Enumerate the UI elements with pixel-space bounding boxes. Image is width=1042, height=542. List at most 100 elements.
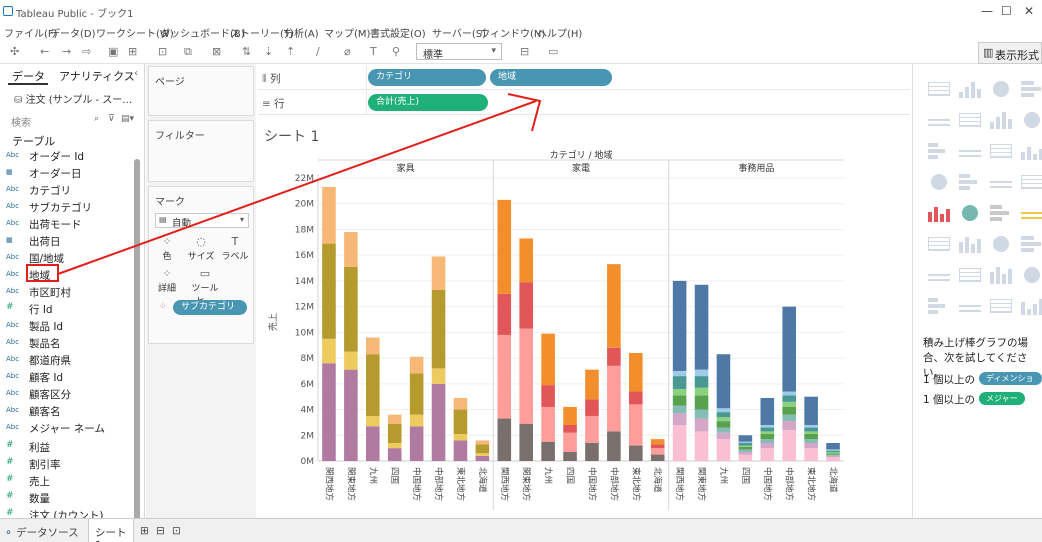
chart-type-thumbnail[interactable] bbox=[956, 109, 984, 131]
field-item[interactable]: Abc メジャー ネーム bbox=[6, 420, 132, 436]
field-item[interactable]: # 行 Id bbox=[6, 301, 132, 317]
menu-server[interactable]: サーバー(S) bbox=[432, 25, 486, 40]
new-dashboard-icon[interactable]: ⊟ bbox=[156, 525, 165, 537]
columns-shelf[interactable]: ⦀ 列 カテゴリ 地域 bbox=[258, 66, 910, 90]
close-icon[interactable]: ✕ bbox=[1024, 4, 1034, 18]
field-item[interactable]: Abc 国/地域 bbox=[6, 250, 132, 266]
tab-analytics[interactable]: アナリティクス bbox=[59, 68, 135, 84]
chart-type-thumbnail[interactable] bbox=[987, 233, 1015, 255]
chart-type-thumbnail[interactable] bbox=[1018, 295, 1042, 317]
field-item[interactable]: Abc オーダー Id bbox=[6, 148, 132, 164]
mark-type-select[interactable]: ▤ 自動 ▾ bbox=[155, 213, 249, 229]
field-item[interactable]: # 数量 bbox=[6, 490, 132, 506]
pin-icon[interactable]: ⚲ bbox=[392, 45, 400, 58]
chart-type-thumbnail[interactable] bbox=[956, 264, 984, 286]
new-sheet-icon[interactable]: ⊡ bbox=[158, 45, 167, 58]
chart-type-thumbnail[interactable] bbox=[1018, 109, 1042, 131]
size-button[interactable]: ◌ サイズ bbox=[185, 235, 217, 269]
chart-type-thumbnail[interactable] bbox=[925, 295, 953, 317]
menu-help[interactable]: ヘルプ(H) bbox=[537, 25, 582, 40]
presentation-icon[interactable]: ▭ bbox=[548, 45, 558, 58]
fit-select[interactable]: 標準 ▾ bbox=[416, 43, 502, 61]
chart-type-thumbnail[interactable] bbox=[925, 264, 953, 286]
collapse-pane-icon[interactable]: ‹ bbox=[134, 68, 138, 79]
add-datasource-icon[interactable]: ⊞ bbox=[128, 45, 137, 58]
chart-type-thumbnail[interactable] bbox=[956, 140, 984, 162]
chart-type-thumbnail[interactable] bbox=[1018, 202, 1042, 224]
chart-type-thumbnail[interactable] bbox=[1018, 78, 1042, 100]
field-item[interactable]: ▦ 出荷日 bbox=[6, 233, 132, 249]
field-item[interactable]: Abc サブカテゴリ bbox=[6, 199, 132, 215]
chart-type-thumbnail[interactable] bbox=[987, 78, 1015, 100]
group-icon[interactable]: ⌀ bbox=[344, 45, 351, 58]
sort-asc-icon[interactable]: ⇣ bbox=[264, 45, 273, 58]
subcategory-color-pill[interactable]: サブカテゴリ bbox=[173, 300, 247, 315]
field-list-scrollbar[interactable] bbox=[134, 159, 140, 524]
field-item[interactable]: Abc 市区町村 bbox=[6, 284, 132, 300]
chart-type-thumbnail[interactable] bbox=[956, 78, 984, 100]
filters-card[interactable]: フィルター bbox=[148, 120, 254, 182]
chart-type-thumbnail[interactable] bbox=[987, 140, 1015, 162]
new-worksheet-icon[interactable]: ⊞ bbox=[140, 525, 149, 537]
chart-type-thumbnail[interactable] bbox=[956, 233, 984, 255]
field-item[interactable]: Abc 都道府県 bbox=[6, 352, 132, 368]
tableau-logo-icon[interactable]: ✣ bbox=[10, 45, 19, 58]
field-item[interactable]: Abc 顧客区分 bbox=[6, 386, 132, 402]
tab-data[interactable]: データ bbox=[12, 68, 45, 84]
labels-icon[interactable]: T bbox=[370, 45, 377, 58]
minimize-icon[interactable]: — bbox=[981, 4, 993, 18]
undo-icon[interactable]: ← bbox=[40, 45, 49, 58]
menu-data[interactable]: データ(D) bbox=[50, 25, 96, 40]
rows-shelf[interactable]: ≡ 行 合計(売上) bbox=[258, 91, 910, 115]
label-button[interactable]: T ラベル bbox=[219, 235, 251, 269]
duplicate-sheet-icon[interactable]: ⧉ bbox=[184, 45, 192, 59]
chart-type-thumbnail[interactable] bbox=[1018, 264, 1042, 286]
field-item[interactable]: Abc 出荷モード bbox=[6, 216, 132, 232]
maximize-icon[interactable]: ☐ bbox=[1001, 4, 1012, 18]
chart-type-thumbnail[interactable] bbox=[925, 171, 953, 193]
filter-icon[interactable]: ⊽ bbox=[108, 114, 115, 124]
chart-type-thumbnail[interactable] bbox=[987, 171, 1015, 193]
tooltip-button[interactable]: ▭ ツールヒ… bbox=[185, 267, 225, 307]
datasource-tab[interactable]: ⚬ データソース bbox=[4, 525, 79, 540]
field-item[interactable]: Abc 顧客 Id bbox=[6, 369, 132, 385]
detail-button[interactable]: ⁘ 詳細 bbox=[151, 267, 183, 301]
chart-type-thumbnail[interactable] bbox=[987, 295, 1015, 317]
field-item[interactable]: Abc 地域 bbox=[6, 267, 132, 283]
redo-icon[interactable]: → bbox=[62, 45, 71, 58]
clear-sheet-icon[interactable]: ⊠ bbox=[212, 45, 221, 58]
field-item[interactable]: # 利益 bbox=[6, 439, 132, 455]
field-search-input[interactable]: 検索 ⌕ ⊽ ▤▾ bbox=[8, 114, 138, 129]
field-item[interactable]: ▦ オーダー日 bbox=[6, 165, 132, 181]
field-item[interactable]: Abc 製品 Id bbox=[6, 318, 132, 334]
sort-desc-icon[interactable]: ⇡ bbox=[286, 45, 295, 58]
show-me-button[interactable]: ▥ 表示形式 bbox=[978, 42, 1042, 64]
pages-card[interactable]: ページ bbox=[148, 66, 254, 116]
chart-type-thumbnail[interactable] bbox=[956, 202, 984, 224]
field-item[interactable]: Abc カテゴリ bbox=[6, 182, 132, 198]
menu-format[interactable]: 書式設定(O) bbox=[370, 25, 426, 40]
chart-type-thumbnail[interactable] bbox=[987, 264, 1015, 286]
menu-window[interactable]: ウィンドウ(N) bbox=[480, 25, 545, 40]
show-cards-icon[interactable]: ⊟ bbox=[520, 45, 529, 58]
chart-type-thumbnail[interactable] bbox=[987, 109, 1015, 131]
swap-icon[interactable]: ⇅ bbox=[242, 45, 251, 58]
menu-map[interactable]: マップ(M) bbox=[324, 25, 370, 40]
region-column-pill[interactable]: 地域 bbox=[490, 69, 612, 86]
chart-type-thumbnail[interactable] bbox=[1018, 140, 1042, 162]
category-column-pill[interactable]: カテゴリ bbox=[368, 69, 486, 86]
highlight-icon[interactable]: ∕ bbox=[316, 45, 320, 58]
chart-type-thumbnail[interactable] bbox=[956, 171, 984, 193]
field-item[interactable]: Abc 製品名 bbox=[6, 335, 132, 351]
chart-type-thumbnail[interactable] bbox=[925, 140, 953, 162]
field-item[interactable]: # 売上 bbox=[6, 473, 132, 489]
view-options-icon[interactable]: ▤▾ bbox=[121, 114, 134, 124]
chart-type-thumbnail[interactable] bbox=[1018, 171, 1042, 193]
new-story-icon[interactable]: ⊡ bbox=[172, 525, 181, 537]
chart-type-thumbnail[interactable] bbox=[925, 202, 953, 224]
search-icon[interactable]: ⌕ bbox=[94, 114, 99, 124]
sheet-tab[interactable]: シート 1 bbox=[88, 519, 134, 542]
replay-icon[interactable]: ⇨ bbox=[82, 45, 91, 58]
color-button[interactable]: ⁘ 色 bbox=[151, 235, 183, 269]
chart-type-thumbnail[interactable] bbox=[925, 109, 953, 131]
